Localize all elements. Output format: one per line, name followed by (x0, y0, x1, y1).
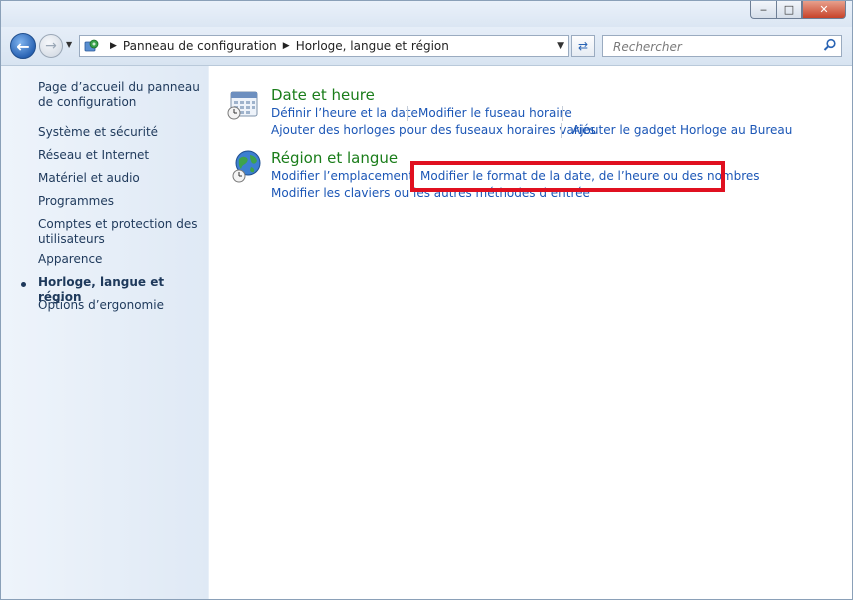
link-set-time-date[interactable]: Définir l’heure et la date (271, 106, 418, 120)
navigation-bar: ← → ▼ ▶ Panneau de configuration ▶ Horlo… (1, 27, 852, 66)
sidebar-item-control-panel-home[interactable]: Page d’accueil du panneau de configurati… (38, 80, 203, 110)
recent-pages-dropdown[interactable]: ▼ (66, 40, 76, 50)
search-box[interactable] (602, 35, 842, 57)
search-icon[interactable] (823, 38, 837, 52)
calendar-clock-icon[interactable] (227, 88, 261, 122)
link-add-clocks[interactable]: Ajouter des horloges pour des fuseaux ho… (271, 123, 596, 137)
link-change-location[interactable]: Modifier l’emplacement (271, 169, 413, 183)
address-bar[interactable]: ▶ Panneau de configuration ▶ Horloge, la… (79, 35, 569, 57)
chevron-right-icon[interactable]: ▶ (110, 41, 117, 51)
refresh-icon: ⇄ (577, 39, 589, 53)
back-button[interactable]: ← (10, 33, 36, 59)
main-content: Date et heure Définir l’heure et la date… (209, 66, 852, 599)
link-change-time-zone[interactable]: Modifier le fuseau horaire (418, 106, 572, 120)
chevron-right-icon[interactable]: ▶ (283, 41, 290, 51)
globe-clock-icon[interactable] (231, 149, 265, 185)
arrow-left-icon: ← (16, 36, 30, 56)
link-separator (562, 106, 563, 121)
search-input[interactable] (611, 37, 815, 57)
chevron-down-icon[interactable]: ▼ (557, 41, 564, 51)
active-bullet-icon (21, 282, 26, 287)
minimize-button[interactable]: ‒ (750, 1, 776, 19)
breadcrumb-item-clock-language-region[interactable]: Horloge, langue et région (296, 39, 449, 53)
sidebar-item-system-security[interactable]: Système et sécurité (38, 125, 203, 140)
sidebar-item-network-internet[interactable]: Réseau et Internet (38, 148, 203, 163)
arrow-right-icon: → (45, 38, 57, 54)
sidebar-item-appearance[interactable]: Apparence (38, 252, 203, 267)
category-title-region-language[interactable]: Région et langue (271, 149, 398, 167)
sidebar-item-hardware-sound[interactable]: Matériel et audio (38, 171, 203, 186)
forward-button[interactable]: → (39, 34, 63, 58)
category-title-date-time[interactable]: Date et heure (271, 86, 375, 104)
close-button[interactable]: ✕ (802, 1, 846, 19)
title-bar: ‒ □ ✕ (1, 1, 852, 27)
sidebar-item-user-accounts[interactable]: Comptes et protection des utilisateurs (38, 217, 203, 247)
sidebar: Page d’accueil du panneau de configurati… (1, 66, 208, 599)
link-separator (561, 123, 562, 138)
refresh-button[interactable]: ⇄ (571, 35, 595, 57)
link-add-clock-gadget[interactable]: Ajouter le gadget Horloge au Bureau (572, 123, 792, 137)
maximize-button[interactable]: □ (776, 1, 802, 19)
link-separator (407, 106, 408, 121)
control-panel-icon (84, 39, 99, 52)
sidebar-item-programs[interactable]: Programmes (38, 194, 203, 209)
breadcrumb-item-control-panel[interactable]: Panneau de configuration (123, 39, 277, 53)
highlight-annotation-box (410, 161, 725, 192)
control-panel-window: ‒ □ ✕ ← → ▼ ▶ Panneau de configuration ▶… (0, 0, 853, 600)
sidebar-item-ease-of-access[interactable]: Options d’ergonomie (38, 298, 203, 313)
caption-buttons: ‒ □ ✕ (750, 1, 846, 19)
